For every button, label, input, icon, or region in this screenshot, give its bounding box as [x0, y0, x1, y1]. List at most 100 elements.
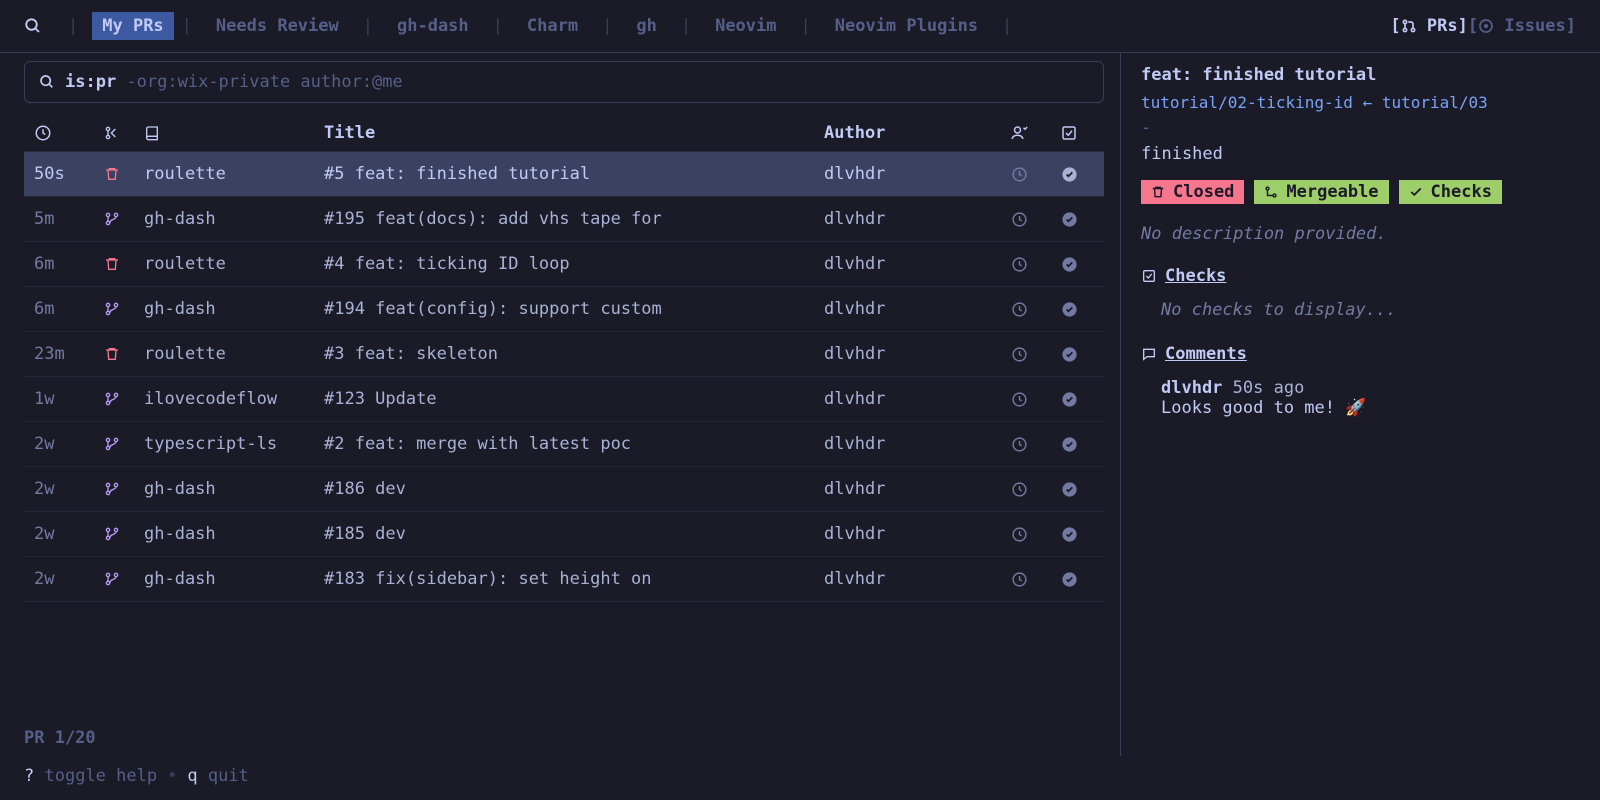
tab-separator: |: [355, 16, 381, 36]
row-author: dlvhdr: [824, 569, 994, 589]
row-title: #194 feat(config): support custom: [324, 299, 824, 319]
help-quit: q quit: [187, 766, 248, 786]
tab-my-prs[interactable]: My PRs: [92, 12, 173, 40]
row-repo: typescript-ls: [144, 434, 324, 454]
row-time: 50s: [34, 164, 104, 184]
pr-row[interactable]: 6mroulette#4 feat: ticking ID loopdlvhdr: [24, 242, 1104, 287]
clock-icon: [994, 569, 1044, 589]
row-repo: roulette: [144, 344, 324, 364]
check-circle-icon: [1044, 299, 1094, 319]
row-time: 2w: [34, 479, 104, 499]
row-time: 2w: [34, 569, 104, 589]
detail-branches: tutorial/02-ticking-id ← tutorial/03: [1141, 93, 1580, 112]
tab-gh-dash[interactable]: gh-dash: [381, 12, 485, 40]
help-bar: ? toggle help • q quit: [0, 756, 1600, 800]
detail-title: feat: finished tutorial: [1141, 65, 1580, 85]
pr-row[interactable]: 5mgh-dash#195 feat(docs): add vhs tape f…: [24, 197, 1104, 242]
row-time: 1w: [34, 389, 104, 409]
header-title: Title: [324, 123, 824, 143]
row-author: dlvhdr: [824, 299, 994, 319]
row-time: 2w: [34, 434, 104, 454]
row-title: #123 Update: [324, 389, 824, 409]
row-repo: gh-dash: [144, 299, 324, 319]
detail-description: No description provided.: [1141, 224, 1580, 244]
clock-icon: [994, 344, 1044, 364]
check-circle-icon: [1044, 164, 1094, 184]
check-circle-icon: [1044, 344, 1094, 364]
row-time: 23m: [34, 344, 104, 364]
tab-separator: |: [793, 16, 819, 36]
clock-icon: [994, 434, 1044, 454]
row-time: 6m: [34, 299, 104, 319]
pr-row[interactable]: 50sroulette#5 feat: finished tutorialdlv…: [24, 152, 1104, 197]
search-query-rest: -org:wix-private author:@me: [116, 72, 403, 92]
header-time-icon: [34, 123, 104, 143]
branch-icon: [104, 569, 144, 589]
tab-charm[interactable]: Charm: [511, 12, 594, 40]
tab-separator: |: [994, 16, 1020, 36]
row-title: #4 feat: ticking ID loop: [324, 254, 824, 274]
help-toggle: ? toggle help: [24, 766, 157, 786]
tab-gh[interactable]: gh: [620, 12, 672, 40]
pr-row[interactable]: 6m gh-dash#194 feat(config): support cust…: [24, 287, 1104, 332]
tab-separator: |: [485, 16, 511, 36]
comments-icon: [1141, 346, 1157, 362]
tab-separator: |: [594, 16, 620, 36]
row-author: dlvhdr: [824, 209, 994, 229]
badge-closed: Closed: [1141, 180, 1244, 204]
pr-row[interactable]: 1wilovecodeflow#123 Updatedlvhdr: [24, 377, 1104, 422]
tab-separator: |: [174, 16, 200, 36]
tab-needs-review[interactable]: Needs Review: [200, 12, 355, 40]
switcher-issues[interactable]: [ Issues]: [1468, 16, 1576, 36]
branch-icon: [104, 209, 144, 229]
row-repo: gh-dash: [144, 209, 324, 229]
search-query-prefix: is:pr: [65, 72, 116, 92]
row-repo: gh-dash: [144, 524, 324, 544]
row-repo: gh-dash: [144, 569, 324, 589]
switcher-prs[interactable]: [ PRs]: [1390, 16, 1467, 36]
pager: PR 1/20: [24, 718, 1104, 756]
check-circle-icon: [1044, 434, 1094, 454]
detail-subtitle: finished: [1141, 144, 1580, 164]
check-circle-icon: [1044, 479, 1094, 499]
trash-icon: [104, 164, 144, 184]
tab-neovim[interactable]: Neovim: [699, 12, 792, 40]
pr-rows: 50sroulette#5 feat: finished tutorialdlv…: [24, 152, 1104, 718]
comment-author: dlvhdr: [1161, 378, 1222, 398]
row-author: dlvhdr: [824, 434, 994, 454]
row-title: #3 feat: skeleton: [324, 344, 824, 364]
header-review-icon: [994, 123, 1044, 143]
row-title: #2 feat: merge with latest poc: [324, 434, 824, 454]
header-author: Author: [824, 123, 994, 143]
dash-line: -: [1141, 118, 1580, 138]
table-header: Title Author: [24, 115, 1104, 152]
clock-icon: [994, 299, 1044, 319]
clock-icon: [994, 209, 1044, 229]
pr-row[interactable]: 2w gh-dash#183 fix(sidebar): set height o…: [24, 557, 1104, 602]
branch-icon: [104, 389, 144, 409]
view-switcher: [ PRs][ Issues]: [1390, 16, 1576, 36]
header-checks-icon: [1044, 123, 1094, 143]
search-icon: [39, 74, 55, 90]
row-title: #183 fix(sidebar): set height on: [324, 569, 824, 589]
row-title: #195 feat(docs): add vhs tape for: [324, 209, 824, 229]
branch-icon: [104, 299, 144, 319]
target-branch: tutorial/02-ticking-id: [1141, 93, 1353, 112]
tab-neovim-plugins[interactable]: Neovim Plugins: [819, 12, 994, 40]
source-branch: tutorial/03: [1382, 93, 1488, 112]
search-icon[interactable]: [24, 16, 42, 36]
clock-icon: [994, 479, 1044, 499]
pr-row[interactable]: 23mroulette#3 feat: skeletondlvhdr: [24, 332, 1104, 377]
arrow-icon: ←: [1363, 93, 1373, 112]
row-author: dlvhdr: [824, 479, 994, 499]
check-circle-icon: [1044, 389, 1094, 409]
pr-row[interactable]: 2wgh-dash#186 devdlvhdr: [24, 467, 1104, 512]
row-author: dlvhdr: [824, 389, 994, 409]
check-circle-icon: [1044, 524, 1094, 544]
comments-section-header: Comments: [1141, 344, 1580, 364]
pr-row[interactable]: 2w typescript-ls#2 feat: merge with lates…: [24, 422, 1104, 467]
search-input[interactable]: is:pr -org:wix-private author:@me: [24, 61, 1104, 103]
badge-mergeable: Mergeable: [1254, 180, 1388, 204]
pr-row[interactable]: 2wgh-dash#185 devdlvhdr: [24, 512, 1104, 557]
clock-icon: [994, 254, 1044, 274]
